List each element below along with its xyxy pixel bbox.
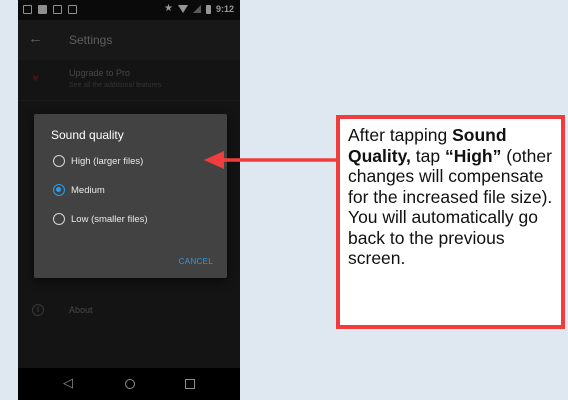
callout-text-2: tap	[410, 145, 445, 166]
callout-bold-high: “High”	[444, 145, 502, 166]
instruction-callout: After tapping Sound Quality, tap “High” …	[336, 115, 565, 329]
pointer-arrow	[204, 151, 340, 169]
option-low-label: Low (smaller files)	[71, 213, 148, 225]
option-medium-label: Medium	[71, 184, 105, 196]
option-high[interactable]: High (larger files)	[53, 154, 143, 168]
radio-high[interactable]	[53, 155, 65, 167]
radio-medium[interactable]	[53, 184, 65, 196]
cancel-button[interactable]: CANCEL	[179, 257, 213, 266]
option-medium[interactable]: Medium	[53, 183, 105, 197]
phone-screen: ★ 9:12 ← Settings ♥ Upgrade to Pro See a…	[18, 0, 240, 400]
option-high-label: High (larger files)	[71, 155, 144, 167]
dialog-title: Sound quality	[51, 128, 124, 142]
radio-low[interactable]	[53, 213, 65, 225]
sound-quality-dialog: Sound quality High (larger files) Medium…	[34, 114, 227, 278]
callout-text-1: After tapping	[348, 125, 453, 145]
option-low[interactable]: Low (smaller files)	[53, 212, 148, 226]
